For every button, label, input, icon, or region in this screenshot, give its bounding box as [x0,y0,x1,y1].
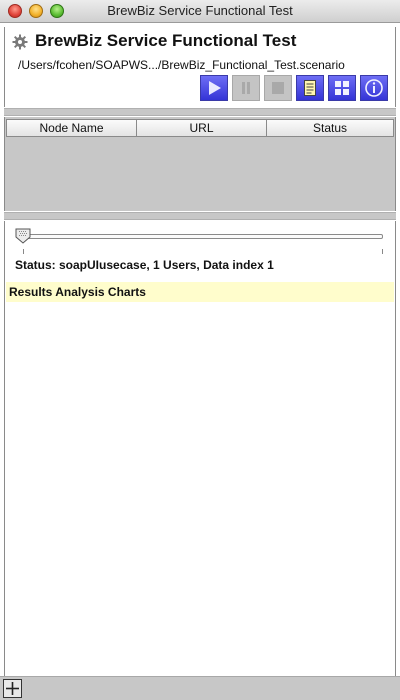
stop-icon [272,82,284,94]
stop-button[interactable] [264,75,292,101]
play-button[interactable] [200,75,228,101]
notes-button[interactable] [296,75,324,101]
pause-icon [242,82,250,94]
nodes-table: Node Name URL Status [4,117,396,211]
progress-slider-track[interactable] [19,234,383,239]
info-icon [365,79,383,97]
bottom-bar [0,676,400,700]
app-window: BrewBiz Service Functional Test BrewBiz … [0,0,400,700]
pause-button[interactable] [232,75,260,101]
status-text: Status: soapUIusecase, 1 Users, Data ind… [15,258,274,272]
results-analysis-charts-label: Results Analysis Charts [9,285,146,299]
header-splitter[interactable] [4,108,396,116]
column-header-url[interactable]: URL [137,120,267,136]
title-bar[interactable]: BrewBiz Service Functional Test [0,0,400,23]
slider-tick-end [382,249,383,254]
play-icon [209,81,221,95]
results-analysis-charts-header[interactable]: Results Analysis Charts [6,282,394,302]
table-header: Node Name URL Status [6,119,394,137]
document-icon [304,80,316,96]
slider-tick-start [23,249,24,254]
grid-icon [335,81,349,95]
column-header-status[interactable]: Status [267,120,393,136]
progress-slider-thumb[interactable] [15,228,31,244]
table-splitter[interactable] [4,212,396,220]
scenario-header: BrewBiz Service Functional Test /Users/f… [4,27,396,107]
add-button[interactable] [3,679,22,698]
info-button[interactable] [360,75,388,101]
window-title: BrewBiz Service Functional Test [107,3,293,18]
run-panel: Status: soapUIusecase, 1 Users, Data ind… [4,221,396,676]
gear-icon [12,34,28,50]
grid-button[interactable] [328,75,356,101]
plus-icon [6,682,19,695]
column-header-node-name[interactable]: Node Name [7,120,137,136]
toolbar [200,75,388,101]
scenario-title: BrewBiz Service Functional Test [35,31,297,50]
scenario-path: /Users/fcohen/SOAPWS.../BrewBiz_Function… [18,58,345,72]
